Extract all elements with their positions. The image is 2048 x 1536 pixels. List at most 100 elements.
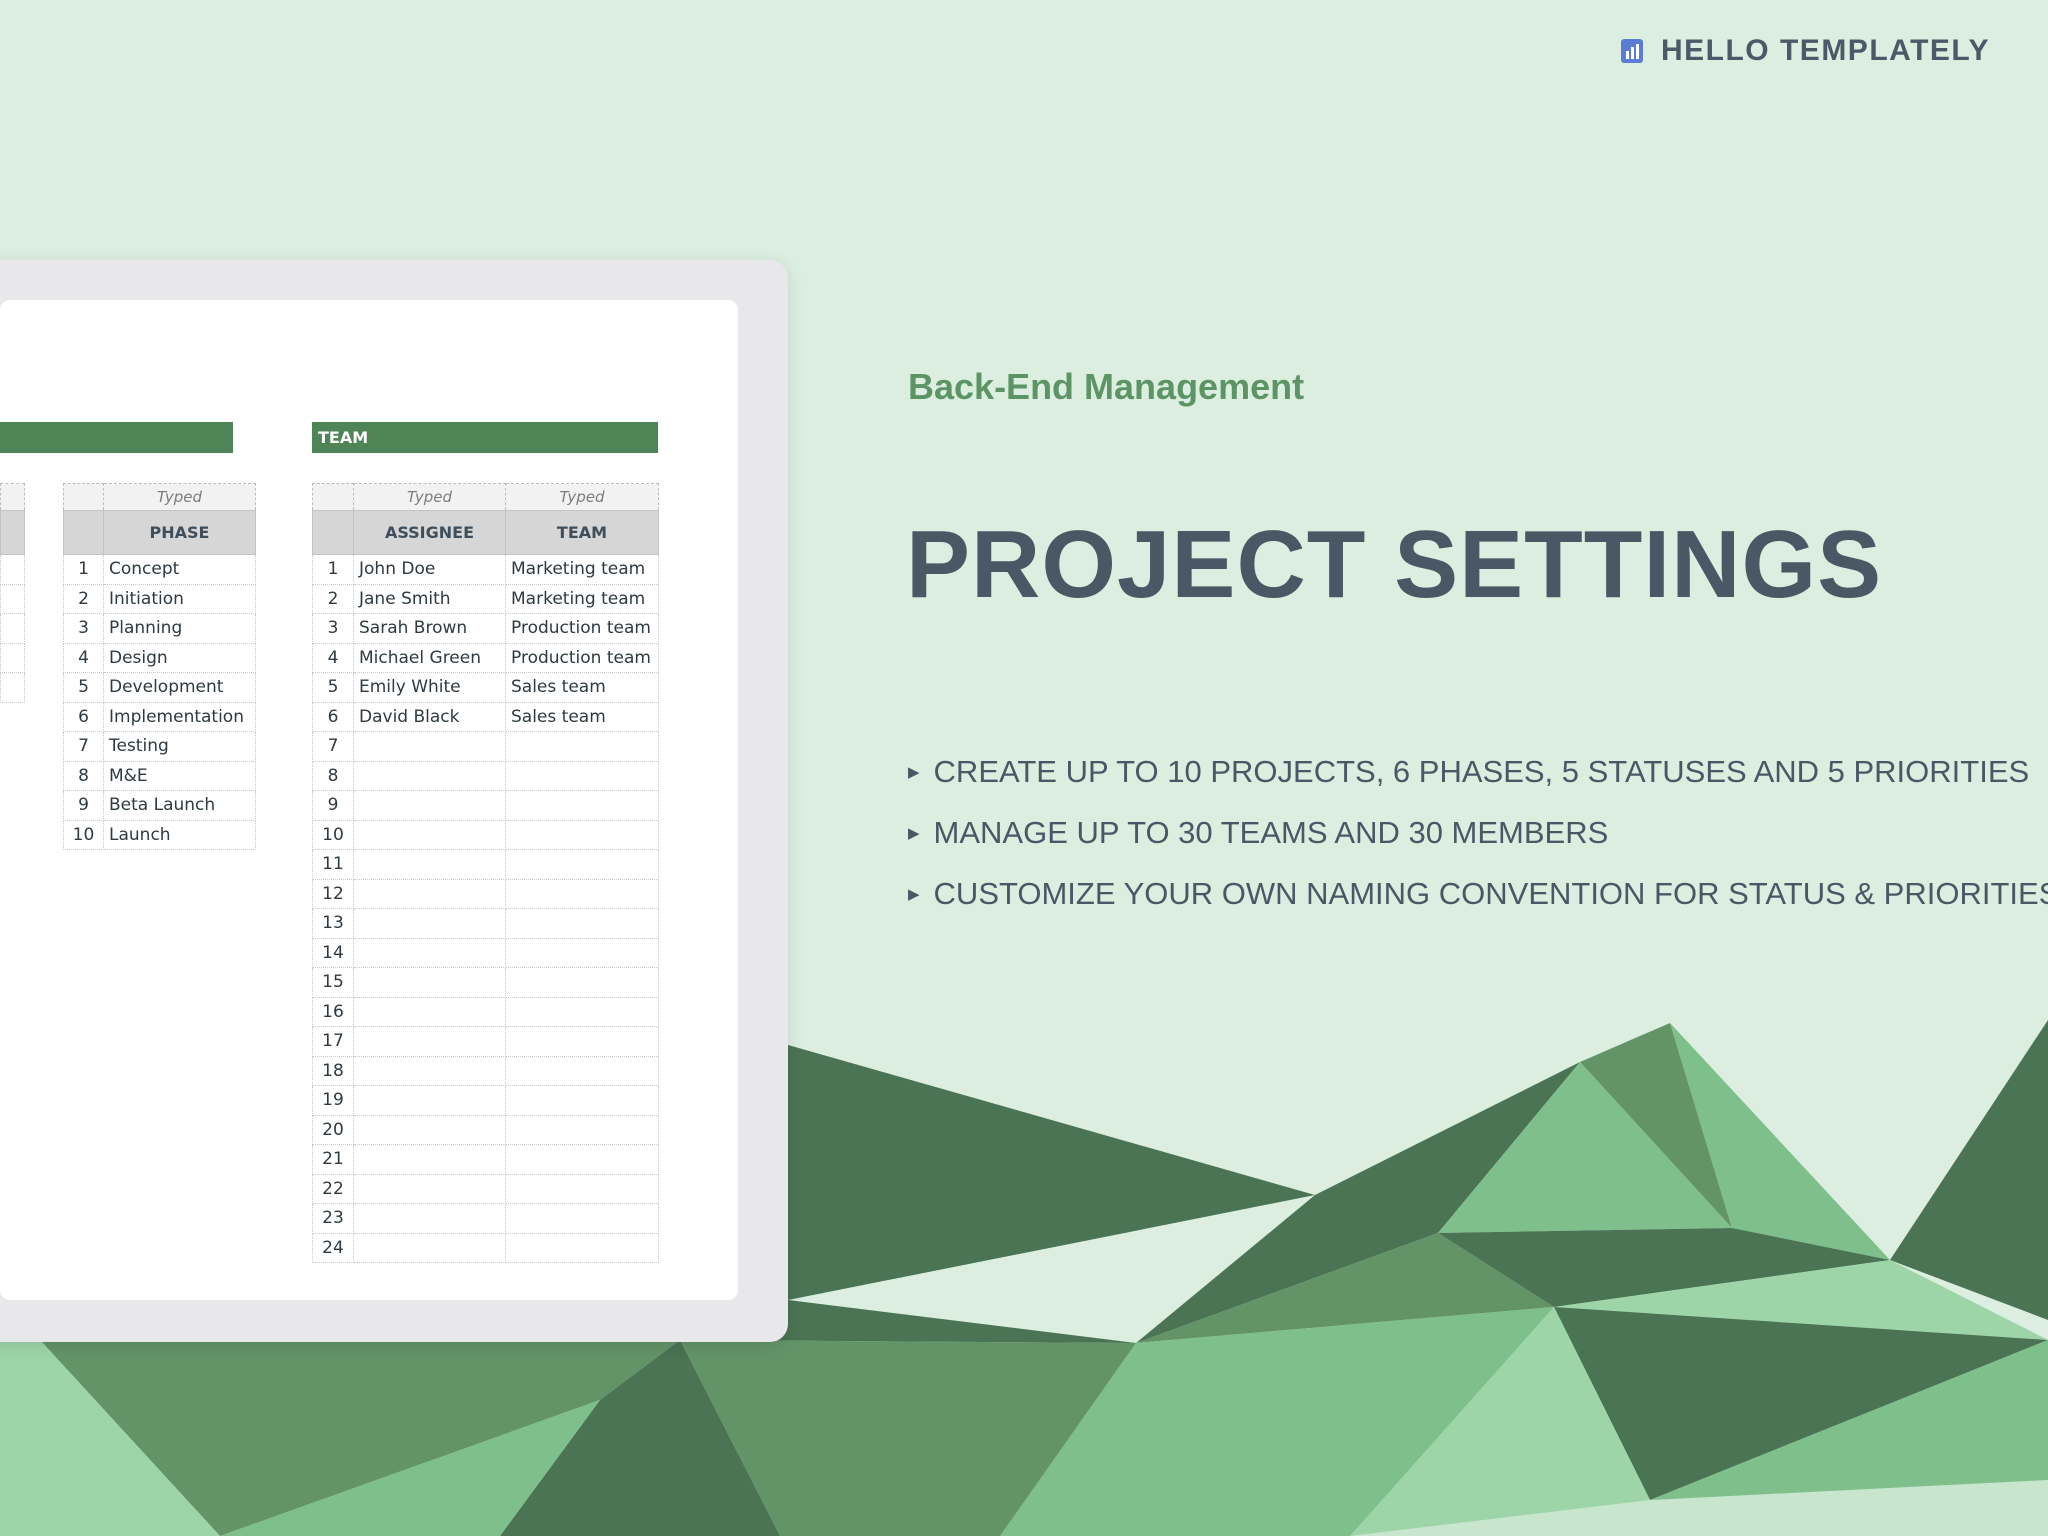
assignee-cell[interactable] [353, 819, 506, 850]
table-row: 8 M&E [63, 760, 256, 791]
row-number: 16 [312, 996, 354, 1027]
phase-cell[interactable]: M&E [103, 760, 256, 791]
assignee-cell[interactable] [353, 937, 506, 968]
phase-partial-left-table [0, 483, 25, 703]
assignee-cell[interactable] [353, 1203, 506, 1234]
table-row: 21 [312, 1144, 659, 1175]
assignee-cell[interactable] [353, 996, 506, 1027]
team-cell[interactable]: Production team [505, 642, 659, 673]
team-cell[interactable] [505, 1055, 659, 1086]
brand-logo[interactable]: HELLO TEMPLATELY [1620, 34, 1990, 68]
partial-cell[interactable] [0, 642, 25, 673]
table-row: 19 [312, 1085, 659, 1116]
phase-cell[interactable]: Planning [103, 613, 256, 644]
team-cell[interactable] [505, 1173, 659, 1204]
team-typed-label: Typed [505, 483, 659, 511]
table-row: 23 [312, 1203, 659, 1234]
assignee-column-header[interactable]: ASSIGNEE [353, 510, 506, 555]
team-cell[interactable] [505, 937, 659, 968]
phase-typed-label: Typed [103, 483, 256, 511]
phase-cell[interactable]: Implementation [103, 701, 256, 732]
team-cell[interactable] [505, 849, 659, 880]
assignee-typed-label: Typed [353, 483, 506, 511]
partial-cell[interactable] [0, 672, 25, 703]
team-cell[interactable]: Marketing team [505, 554, 659, 585]
team-cell[interactable] [505, 1026, 659, 1057]
phase-section-bar [0, 422, 233, 453]
assignee-cell[interactable] [353, 908, 506, 939]
phase-cell[interactable]: Initiation [103, 583, 256, 614]
table-row: 15 [312, 967, 659, 998]
assignee-cell[interactable] [353, 1085, 506, 1116]
assignee-cell[interactable] [353, 878, 506, 909]
brand-name: HELLO TEMPLATELY [1660, 34, 1990, 67]
team-cell[interactable] [505, 1144, 659, 1175]
partial-cell[interactable] [0, 554, 25, 585]
assignee-cell[interactable]: Jane Smith [353, 583, 506, 614]
feature-item: ▶ CUSTOMIZE YOUR OWN NAMING CONVENTION FO… [908, 874, 2048, 914]
row-number: 1 [312, 554, 354, 585]
assignee-cell[interactable] [353, 967, 506, 998]
assignee-cell[interactable] [353, 1232, 506, 1263]
team-cell[interactable] [505, 1232, 659, 1263]
phase-cell[interactable]: Concept [103, 554, 256, 585]
phase-cell[interactable]: Design [103, 642, 256, 673]
assignee-cell[interactable] [353, 1055, 506, 1086]
team-cell[interactable]: Sales team [505, 672, 659, 703]
team-cell[interactable]: Marketing team [505, 583, 659, 614]
phase-cell[interactable]: Launch [103, 819, 256, 850]
assignee-cell[interactable] [353, 1144, 506, 1175]
feature-item: ▶ MANAGE UP TO 30 TEAMS AND 30 MEMBERS [908, 813, 2048, 853]
team-cell[interactable] [505, 760, 659, 791]
assignee-cell[interactable] [353, 849, 506, 880]
table-row: 14 [312, 937, 659, 968]
phase-cell[interactable]: Testing [103, 731, 256, 762]
team-cell[interactable] [505, 1203, 659, 1234]
partial-cell[interactable] [0, 583, 25, 614]
row-number: 1 [63, 554, 104, 585]
table-row: 18 [312, 1055, 659, 1086]
table-row: 22 [312, 1173, 659, 1204]
team-cell[interactable] [505, 1114, 659, 1145]
assignee-cell[interactable]: Michael Green [353, 642, 506, 673]
feature-item: ▶ CREATE UP TO 10 PROJECTS, 6 PHASES, 5 S… [908, 752, 2048, 792]
assignee-cell[interactable] [353, 1173, 506, 1204]
team-cell[interactable] [505, 967, 659, 998]
team-cell[interactable] [505, 996, 659, 1027]
row-number: 2 [312, 583, 354, 614]
partial-cell[interactable] [0, 613, 25, 644]
team-cell[interactable]: Sales team [505, 701, 659, 732]
row-number: 2 [63, 583, 104, 614]
assignee-cell[interactable]: Sarah Brown [353, 613, 506, 644]
triangle-bullet-icon: ▶ [908, 764, 920, 781]
row-number: 15 [312, 967, 354, 998]
page-title: PROJECT SETTINGS [906, 511, 1883, 618]
team-cell[interactable] [505, 790, 659, 821]
phase-cell[interactable]: Development [103, 672, 256, 703]
assignee-cell[interactable] [353, 731, 506, 762]
assignee-cell[interactable] [353, 1114, 506, 1145]
assignee-cell[interactable] [353, 760, 506, 791]
assignee-cell[interactable] [353, 790, 506, 821]
team-cell[interactable] [505, 878, 659, 909]
team-cell[interactable]: Production team [505, 613, 659, 644]
team-cell[interactable] [505, 819, 659, 850]
row-number: 14 [312, 937, 354, 968]
triangle-bullet-icon: ▶ [908, 825, 920, 842]
assignee-cell[interactable]: Emily White [353, 672, 506, 703]
assignee-cell[interactable]: David Black [353, 701, 506, 732]
phase-cell[interactable]: Beta Launch [103, 790, 256, 821]
assignee-cell[interactable]: John Doe [353, 554, 506, 585]
row-number: 5 [63, 672, 104, 703]
feature-text: CREATE UP TO 10 PROJECTS, 6 PHASES, 5 ST… [933, 754, 2030, 789]
table-row: 9 Beta Launch [63, 790, 256, 821]
team-column-header[interactable]: TEAM [505, 510, 659, 555]
team-cell[interactable] [505, 908, 659, 939]
team-cell[interactable] [505, 1085, 659, 1116]
table-row: 4 Michael Green Production team [312, 642, 659, 673]
assignee-cell[interactable] [353, 1026, 506, 1057]
chart-bar-icon [1620, 39, 1643, 63]
row-number: 20 [312, 1114, 354, 1145]
phase-column-header[interactable]: PHASE [103, 510, 256, 555]
team-cell[interactable] [505, 731, 659, 762]
